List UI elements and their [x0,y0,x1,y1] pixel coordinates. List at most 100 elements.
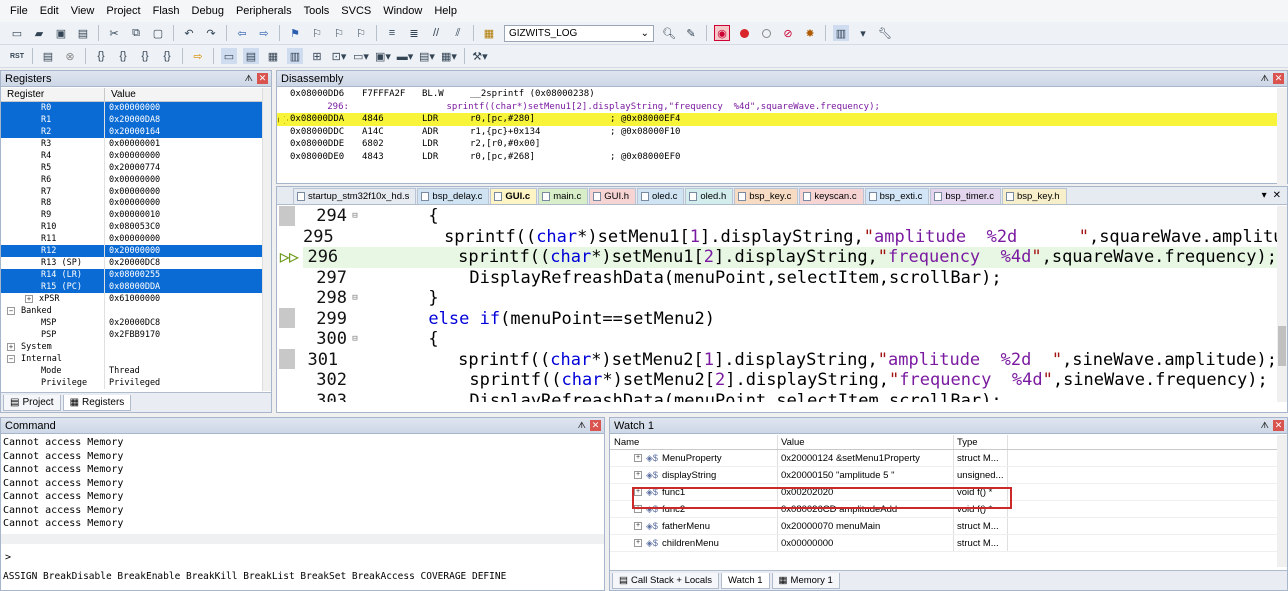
cut-icon[interactable]: ✂ [106,25,122,41]
bookmark-icon[interactable]: ⚑ [287,25,303,41]
register-row[interactable]: MSP 0x20000DC8 [1,316,263,329]
pin-icon[interactable]: ᗑ [578,420,586,431]
expand-icon[interactable]: + [7,342,15,351]
stop-icon[interactable]: ⊗ [62,48,78,64]
watch-row[interactable]: + ◈$ fatherMenu 0x20000070 menuMain struct M… [610,518,1278,535]
register-row[interactable]: R5 0x20000774 [1,161,263,174]
toolbox-icon[interactable]: ⚒▾ [472,48,488,64]
register-row[interactable]: R0 0x00000000 [1,102,263,114]
tab-project[interactable]: ▤ Project [3,394,61,411]
fold-icon[interactable]: ⊟ [349,293,361,303]
register-row[interactable]: R7 0x00000000 [1,185,263,198]
open-folder-icon[interactable]: ▰ [31,25,47,41]
run-to-cursor-icon[interactable]: {} [159,48,175,64]
register-row[interactable]: Privilege Privileged [1,376,263,389]
nav-back-icon[interactable]: ⇦ [234,25,250,41]
close-icon[interactable]: ✕ [1273,73,1284,84]
registers-window-icon[interactable]: ▥ [287,48,303,64]
fold-icon[interactable]: ⊟ [349,211,361,221]
disassembly-line[interactable]: 296: sprintf((char*)setMenu1[2].displayS… [277,101,1277,114]
watch-value[interactable]: 0x20000070 menuMain [778,518,954,534]
editor-vertical-scrollbar[interactable] [1277,206,1287,402]
code-line[interactable]: 299 else if(menuPoint==setMenu2) [303,309,1277,330]
register-row[interactable]: R13 (SP) 0x20000DC8 [1,257,263,270]
disassembly-window-icon[interactable]: ▤ [243,48,259,64]
code-line[interactable]: 302 sprintf((char*)setMenu2[2].displaySt… [303,370,1277,391]
watch-window-icon[interactable]: ⊡▾ [331,48,347,64]
redo-icon[interactable]: ↷ [203,25,219,41]
chevron-down-icon[interactable]: ▾ [855,25,871,41]
watch-value[interactable]: 0x080026CD amplitudeAdd [778,501,954,517]
register-row[interactable]: R8 0x00000000 [1,197,263,210]
file-tab[interactable]: oled.c [637,188,685,204]
register-row[interactable]: R15 (PC) 0x08000DDA [1,281,263,293]
configure-icon[interactable]: 🔧︎ [877,25,893,41]
debug-session-icon[interactable]: ◉ [714,25,730,41]
code-line[interactable]: 297 DisplayRefreashData(menuPoint,select… [303,268,1277,289]
code-line[interactable]: 298 ⊟ } [303,288,1277,309]
menu-edit[interactable]: Edit [34,5,65,17]
menu-file[interactable]: File [4,5,34,17]
uncomment-icon[interactable]: ⫽ [450,25,466,41]
incremental-find-icon[interactable]: ✎ [683,25,699,41]
column-type[interactable]: Type [954,435,1008,449]
code-line[interactable]: 295 sprintf((char*)setMenu1[1].displaySt… [303,227,1277,248]
tab-list-icon[interactable]: ▾ [1262,190,1267,201]
code-line[interactable]: 294 ⊟ { [303,206,1277,227]
column-name[interactable]: Name [610,435,778,449]
fold-icon[interactable]: ⊟ [349,334,361,344]
target-select[interactable]: GIZWITS_LOG ⌄ [504,24,654,42]
watch-row[interactable]: + ◈$ childrenMenu 0x00000000 struct M... [610,535,1278,552]
expand-icon[interactable]: − [7,354,15,363]
file-tab[interactable]: GUI.c [490,188,538,204]
disassembly-scrollbar[interactable] [1277,88,1287,184]
disassembly-line[interactable]: 0x08000DDA 4846 LDR r0,[pc,#280] ; @0x08000E… [277,113,1277,126]
column-value[interactable]: Value [778,435,954,449]
tab-memory-1[interactable]: ▦ Memory 1 [771,572,840,589]
file-tab[interactable]: oled.h [685,188,734,204]
menu-flash[interactable]: Flash [147,5,186,17]
bookmark-clear-icon[interactable]: ⚐ [353,25,369,41]
disassembly-line[interactable]: 0x08000DD6 F7FFFA2F BL.W __2sprintf (0x0800… [277,88,1277,101]
expand-icon[interactable]: + [634,539,642,547]
menu-window[interactable]: Window [377,5,428,17]
trace-window-icon[interactable]: ▤▾ [419,48,435,64]
file-tab[interactable]: GUI.h [589,188,637,204]
tab-call-stack-locals[interactable]: ▤ Call Stack + Locals [612,572,720,589]
column-register[interactable]: Register [1,88,105,101]
menu-svcs[interactable]: SVCS [335,5,377,17]
register-row[interactable]: R6 0x00000000 [1,173,263,186]
pin-icon[interactable]: ᗑ [1261,73,1269,84]
register-row[interactable]: R9 0x00000010 [1,209,263,222]
command-input[interactable]: > [5,552,11,563]
memory-window-icon[interactable]: ▭▾ [353,48,369,64]
expand-icon[interactable]: + [634,471,642,479]
close-icon[interactable]: ✕ [257,73,268,84]
editor-gutter[interactable]: ▷▷ [277,206,303,402]
watch-row[interactable]: + ◈$ func1 0x00202020 void f() * [610,484,1278,501]
expand-icon[interactable]: + [25,294,33,303]
bookmark-prev-icon[interactable]: ⚐ [309,25,325,41]
serial-window-icon[interactable]: ▣▾ [375,48,391,64]
pin-icon[interactable]: ᗑ [245,73,253,84]
disassembly-listing[interactable]: 0x08000DD6 F7FFFA2F BL.W __2sprintf (0x0800… [277,88,1277,184]
kill-all-breakpoints-icon[interactable]: ✸ [802,25,818,41]
file-tab[interactable]: main.c [538,188,589,204]
menu-help[interactable]: Help [428,5,463,17]
step-out-icon[interactable]: {} [137,48,153,64]
menu-view[interactable]: View [65,5,101,17]
register-row[interactable]: R14 (LR) 0x08000255 [1,269,263,282]
reset-icon[interactable]: RST [9,48,25,64]
code-line[interactable]: 301 sprintf((char*)setMenu2[1].displaySt… [303,350,1277,371]
file-tab[interactable]: bsp_delay.c [417,188,490,204]
undo-icon[interactable]: ↶ [181,25,197,41]
call-stack-window-icon[interactable]: ⊞ [309,48,325,64]
expand-icon[interactable]: + [634,505,642,513]
register-row[interactable]: + xPSR 0x61000000 [1,293,263,305]
copy-icon[interactable]: ⧉ [128,25,144,41]
file-tab[interactable]: keyscan.c [799,188,864,204]
menu-peripherals[interactable]: Peripherals [230,5,298,17]
close-icon[interactable]: ✕ [590,420,601,431]
register-row[interactable]: R11 0x00000000 [1,233,263,246]
disassembly-line[interactable]: 0x08000DE0 4843 LDR r0,[pc,#268] ; @0x08000E… [277,151,1277,164]
